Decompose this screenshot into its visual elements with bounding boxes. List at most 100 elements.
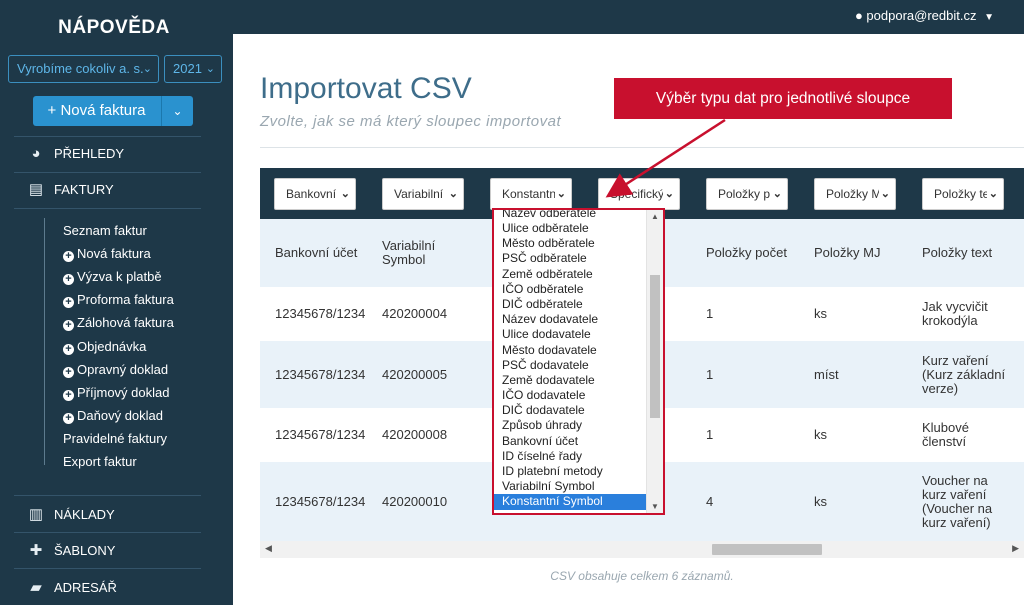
sidebar-subitem[interactable]: Export faktur (63, 453, 137, 471)
dropdown-option[interactable]: Variabilní Symbol (494, 479, 646, 494)
column-type-select-value: Bankovní (286, 187, 337, 201)
sidebar-subitem-label: Export faktur (63, 454, 137, 469)
dropdown-option[interactable]: ID platební metody (494, 464, 646, 479)
table-cell: 4 (706, 494, 714, 509)
dropdown-option[interactable]: IČO odběratele (494, 282, 646, 297)
sidebar-subitem[interactable]: + Objednávka (63, 338, 146, 356)
page-title: Importovat CSV (260, 72, 472, 105)
dropdown-option[interactable]: Název dodavatele (494, 312, 646, 327)
sidebar-item-templates[interactable]: ✚ ŠABLONY (26, 540, 116, 562)
dropdown-option[interactable]: Bankovní účet (494, 434, 646, 449)
sidebar-subitem-label: Zálohová faktura (77, 315, 174, 331)
plus-circle-icon: + (63, 366, 74, 378)
arrow-up-icon[interactable]: ▲ (651, 212, 659, 221)
sidebar-subitem-label: Nová faktura (77, 246, 151, 262)
dropdown-option[interactable]: IČO dodavatele (494, 388, 646, 403)
sidebar-divider (14, 532, 201, 533)
dropdown-option[interactable]: Město odběratele (494, 236, 646, 251)
column-type-select[interactable]: Konstantn ⌄ (490, 178, 572, 210)
table-cell: 1 (706, 427, 714, 442)
company-select[interactable]: Vyrobíme cokoliv a. s. ⌄ (8, 55, 159, 83)
dropdown-option[interactable]: Země odběratele (494, 267, 646, 282)
column-type-select[interactable]: Položky p ⌄ (706, 178, 788, 210)
page-subtitle: Zvolte, jak se má který sloupec importov… (260, 113, 562, 130)
table-cell: míst (814, 367, 839, 382)
sidebar-item-addresses[interactable]: ▰ ADRESÁŘ (26, 577, 117, 599)
sidebar-subitem[interactable]: + Daňový doklad (63, 407, 163, 425)
column-type-select[interactable]: Položky M ⌄ (814, 178, 896, 210)
column-type-select[interactable]: Specifický ⌄ (598, 178, 680, 210)
dropdown-option[interactable]: Konstantní Symbol (494, 494, 646, 510)
arrow-left-icon[interactable]: ◀ (265, 543, 272, 554)
table-cell: 420200008 (382, 427, 448, 442)
vertical-scrollbar[interactable]: ▲ ▼ (646, 210, 663, 513)
column-type-select[interactable]: Položky te ⌄ (922, 178, 1004, 210)
sidebar-subitem[interactable]: Seznam faktur (63, 222, 147, 240)
dropdown-option[interactable]: Způsob úhrady (494, 418, 646, 433)
table-cell: 1 (706, 367, 714, 382)
arrow-right-icon[interactable]: ▶ (1012, 543, 1019, 554)
dropdown-option[interactable]: DIČ odběratele (494, 297, 646, 312)
pie-chart-icon: ◕ (31, 145, 41, 162)
scrollbar-thumb[interactable] (712, 544, 822, 555)
records-count-note: CSV obsahuje celkem 6 záznamů. (550, 569, 734, 583)
document-icon: ▤ (28, 181, 44, 198)
sidebar-item-overview[interactable]: ◕ PŘEHLEDY (26, 143, 124, 165)
dropdown-option[interactable]: Ulice odběratele (494, 221, 646, 236)
chevron-down-icon: ⌄ (554, 179, 566, 209)
table-cell: 1 (706, 306, 714, 321)
sidebar-divider (14, 495, 201, 496)
table-cell: 420200005 (382, 367, 448, 382)
column-type-select[interactable]: Variabilní ⌄ (382, 178, 464, 210)
new-invoice-button[interactable]: + Nová faktura ⌄ (33, 96, 193, 126)
horizontal-scrollbar[interactable]: ◀ ▶ (260, 541, 1024, 558)
topbar: ● podpora@redbit.cz ▼ (233, 0, 1024, 34)
dropdown-option[interactable]: Země dodavatele (494, 373, 646, 388)
sidebar-subitem[interactable]: + Zálohová faktura (63, 314, 174, 332)
sidebar-subitem-label: Pravidelné faktury (63, 430, 168, 446)
column-type-select[interactable]: Bankovní ⌄ (274, 178, 356, 210)
arrow-down-icon[interactable]: ▼ (651, 502, 659, 511)
new-invoice-label: + Nová faktura (47, 102, 146, 119)
chevron-down-icon: ⌄ (662, 179, 674, 209)
table-cell: 12345678/1234 (275, 494, 366, 509)
sidebar-item-invoices[interactable]: ▤ FAKTURY (26, 179, 114, 201)
chevron-down-icon[interactable]: ⌄ (162, 96, 193, 126)
chevron-down-icon: ⌄ (338, 179, 350, 209)
sidebar-subitem[interactable]: + Opravný doklad (63, 361, 168, 379)
dropdown-option[interactable]: PSČ dodavatele (494, 358, 646, 373)
user-menu[interactable]: ● podpora@redbit.cz ▼ (855, 8, 994, 23)
puzzle-icon: ✚ (29, 542, 43, 559)
sidebar-subitem-label: Opravný doklad (77, 361, 169, 377)
dropdown-option[interactable]: PSČ odběratele (494, 251, 646, 266)
sidebar-subitem[interactable]: + Proforma faktura (63, 291, 174, 309)
table-cell: ks (814, 306, 827, 321)
column-type-dropdown[interactable]: Název odběratele Ulice odběratele Město od… (492, 208, 665, 515)
sidebar-subitem-label: Objednávka (77, 338, 147, 354)
dropdown-option[interactable]: Ulice dodavatele (494, 327, 646, 342)
table-cell: ks (814, 494, 827, 509)
sidebar-divider (14, 172, 201, 173)
sidebar: NÁPOVĚDA Vyrobíme cokoliv a. s. ⌄ 2021 ⌄… (0, 0, 233, 605)
dropdown-option[interactable]: DIČ dodavatele (494, 403, 646, 418)
table-cell: 420200010 (382, 494, 448, 509)
sidebar-item-label: ŠABLONY (54, 543, 116, 558)
document-icon: ▥ (28, 506, 44, 523)
dropdown-option[interactable]: ID číselné řady (494, 449, 646, 464)
dropdown-option[interactable]: Název odběratele (494, 210, 646, 221)
user-email: podpora@redbit.cz (866, 8, 977, 23)
sidebar-subitem[interactable]: + Výzva k platbě (63, 268, 162, 286)
chevron-down-icon: ⌄ (878, 179, 890, 209)
sidebar-subitem[interactable]: Pravidelné faktury (63, 430, 167, 448)
table-cell: Voucher na kurz vaření (Voucher na kurz … (922, 473, 993, 530)
year-select[interactable]: 2021 ⌄ (164, 55, 222, 83)
plus-circle-icon: + (63, 412, 74, 424)
sidebar-subitem[interactable]: + Příjmový doklad (63, 384, 169, 402)
scrollbar-thumb[interactable] (650, 275, 660, 418)
dropdown-option[interactable]: Město dodavatele (494, 343, 646, 358)
sidebar-subitem-label: Výzva k platbě (77, 269, 162, 285)
sidebar-subitem[interactable]: + Nová faktura (63, 245, 151, 263)
chevron-down-icon: ⌄ (205, 63, 215, 75)
sidebar-item-costs[interactable]: ▥ NÁKLADY (26, 504, 115, 526)
table-cell: ks (814, 427, 827, 442)
